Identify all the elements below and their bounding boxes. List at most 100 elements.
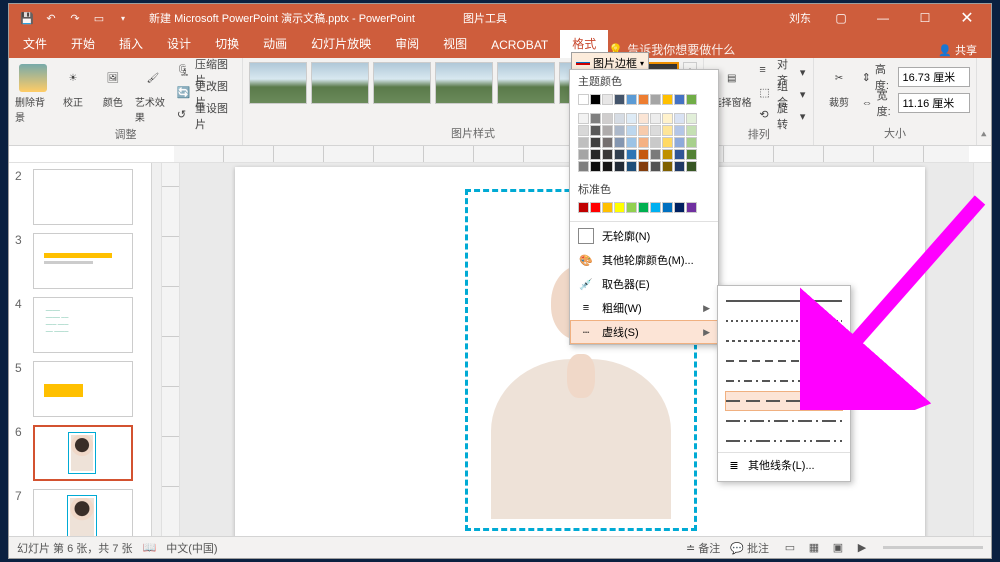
slide-thumb-preview[interactable] (33, 489, 133, 536)
color-swatch[interactable] (638, 137, 649, 148)
tab-transitions[interactable]: 切换 (203, 30, 251, 58)
dash-option-long-dash-dot-dot[interactable] (726, 432, 842, 450)
undo-icon[interactable]: ↶ (43, 10, 59, 26)
color-swatch[interactable] (662, 113, 673, 124)
tab-slideshow[interactable]: 幻灯片放映 (299, 30, 383, 58)
color-swatch[interactable] (590, 149, 601, 160)
slide-counter[interactable]: 幻灯片 第 6 张，共 7 张 (17, 540, 133, 556)
dash-option-solid[interactable] (726, 292, 842, 310)
close-button[interactable]: ✕ (947, 4, 987, 32)
color-swatch[interactable] (614, 202, 625, 213)
color-swatch[interactable] (602, 202, 613, 213)
weight-item[interactable]: ≡ 粗细(W) ▶ (570, 296, 718, 320)
color-swatch[interactable] (602, 94, 613, 105)
notes-button[interactable]: ≐ 备注 (686, 540, 720, 556)
slide-thumbnail[interactable]: 4──────── ───── ───── ──── (9, 293, 151, 357)
color-swatch[interactable] (578, 161, 589, 172)
color-swatch[interactable] (602, 161, 613, 172)
reset-picture-button[interactable]: ↺重设图片 (175, 106, 236, 126)
corrections-button[interactable]: ☀ 校正 (55, 62, 91, 109)
slide-thumb-preview[interactable] (33, 425, 133, 481)
color-swatch[interactable] (590, 137, 601, 148)
vertical-scrollbar[interactable] (973, 163, 991, 536)
color-swatch[interactable] (602, 113, 613, 124)
width-input[interactable] (898, 93, 970, 113)
save-icon[interactable]: 💾 (19, 10, 35, 26)
color-swatch[interactable] (638, 202, 649, 213)
no-outline-item[interactable]: 无轮廓(N) (570, 224, 718, 248)
color-swatch[interactable] (674, 137, 685, 148)
start-show-icon[interactable]: ▭ (91, 10, 107, 26)
slide-thumb-preview[interactable]: ──────── ───── ───── ──── (33, 297, 133, 353)
tab-file[interactable]: 文件 (11, 30, 59, 58)
color-swatch[interactable] (614, 113, 625, 124)
color-swatch[interactable] (578, 94, 589, 105)
color-swatch[interactable] (614, 125, 625, 136)
comments-button[interactable]: 💬 批注 (730, 540, 769, 556)
color-swatch[interactable] (650, 149, 661, 160)
slide-thumbnail-panel[interactable]: 234──────── ───── ───── ────567 (9, 163, 152, 536)
more-outline-colors-item[interactable]: 🎨 其他轮廓颜色(M)... (570, 248, 718, 272)
color-swatch[interactable] (638, 94, 649, 105)
color-swatch[interactable] (626, 94, 637, 105)
color-swatch[interactable] (614, 94, 625, 105)
panel-scrollbar[interactable] (152, 163, 162, 536)
color-swatch[interactable] (602, 149, 613, 160)
zoom-slider[interactable] (883, 546, 983, 549)
crop-button[interactable]: ✂ 裁剪 (820, 62, 857, 109)
ribbon-options-icon[interactable]: ▢ (821, 4, 861, 32)
color-swatch[interactable] (650, 161, 661, 172)
color-swatch[interactable] (614, 149, 625, 160)
qat-more-icon[interactable]: ▾ (115, 10, 131, 26)
reading-view-button[interactable]: ▣ (827, 539, 849, 557)
more-lines-item[interactable]: ≣ 其他线条(L)... (718, 452, 850, 477)
color-swatch[interactable] (650, 113, 661, 124)
dash-option-long-dash-dot[interactable] (726, 412, 842, 430)
dash-option-square-dot[interactable] (726, 332, 842, 350)
tab-review[interactable]: 审阅 (383, 30, 431, 58)
language-indicator[interactable]: 中文(中国) (166, 540, 217, 556)
dashes-item[interactable]: ┄ 虚线(S) ▶ (570, 320, 718, 344)
rotate-button[interactable]: ⟲旋转 ▾ (757, 106, 807, 126)
color-swatch[interactable] (662, 137, 673, 148)
color-swatch[interactable] (686, 137, 697, 148)
color-swatch[interactable] (674, 125, 685, 136)
slide-thumbnail[interactable]: 6 (9, 421, 151, 485)
dash-option-long-dash[interactable] (726, 392, 842, 410)
slide-thumbnail[interactable]: 5 (9, 357, 151, 421)
color-swatch[interactable] (578, 113, 589, 124)
color-swatch[interactable] (674, 149, 685, 160)
color-swatch[interactable] (686, 94, 697, 105)
color-swatch[interactable] (614, 137, 625, 148)
tab-insert[interactable]: 插入 (107, 30, 155, 58)
color-swatch[interactable] (578, 149, 589, 160)
color-swatch[interactable] (638, 113, 649, 124)
color-swatch[interactable] (602, 125, 613, 136)
color-swatch[interactable] (578, 202, 589, 213)
style-thumb[interactable] (497, 62, 555, 104)
color-swatch[interactable] (662, 125, 673, 136)
slide-thumb-preview[interactable] (33, 233, 133, 289)
maximize-button[interactable]: ☐ (905, 4, 945, 32)
color-swatch[interactable] (638, 149, 649, 160)
style-thumb[interactable] (435, 62, 493, 104)
color-swatch[interactable] (626, 137, 637, 148)
color-swatch[interactable] (686, 113, 697, 124)
style-thumb[interactable] (311, 62, 369, 104)
collapse-ribbon-button[interactable]: ⯅ (977, 58, 992, 145)
color-swatch[interactable] (674, 202, 685, 213)
color-swatch[interactable] (590, 125, 601, 136)
color-swatch[interactable] (590, 94, 601, 105)
spellcheck-icon[interactable]: 📖 (143, 541, 157, 554)
normal-view-button[interactable]: ▭ (779, 539, 801, 557)
slide-thumb-preview[interactable] (33, 361, 133, 417)
color-swatch[interactable] (662, 161, 673, 172)
tab-view[interactable]: 视图 (431, 30, 479, 58)
minimize-button[interactable]: — (863, 4, 903, 32)
slide-thumbnail[interactable]: 3 (9, 229, 151, 293)
color-swatch[interactable] (590, 202, 601, 213)
slide-thumbnail[interactable]: 2 (9, 165, 151, 229)
dash-option-round-dot[interactable] (726, 312, 842, 330)
eyedropper-item[interactable]: 💉 取色器(E) (570, 272, 718, 296)
color-swatch[interactable] (626, 113, 637, 124)
